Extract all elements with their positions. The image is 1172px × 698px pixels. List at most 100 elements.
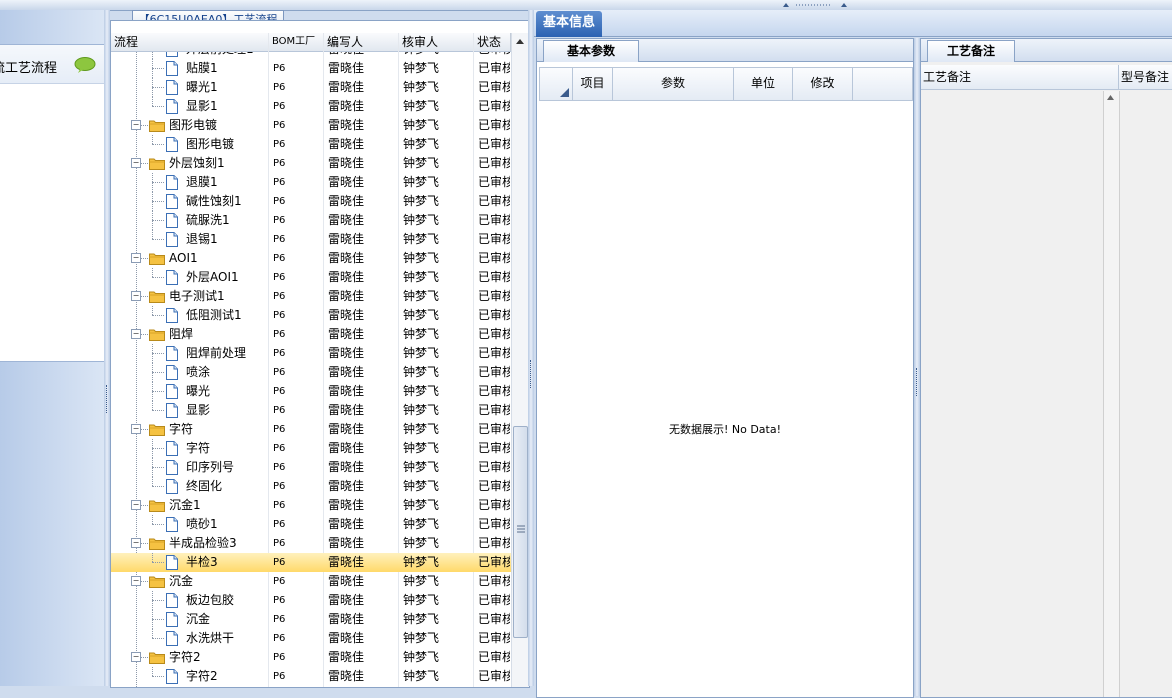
scroll-up-icon[interactable] xyxy=(1106,94,1115,101)
tree-connector xyxy=(152,87,164,88)
col-status[interactable]: 状态 xyxy=(474,33,511,51)
tab-process-notes[interactable]: 工艺备注 xyxy=(927,40,1015,62)
process-nav-header[interactable]: 流工艺流程 xyxy=(0,45,104,84)
tree-node-step[interactable]: 曝光1 P6 雷晓佳 钟梦飞 已审核 xyxy=(111,78,511,97)
col-model-notes[interactable]: 型号备注 xyxy=(1119,65,1172,89)
tree-node-label: 碱性蚀刻1 xyxy=(186,194,242,208)
tree-node-step[interactable]: 喷砂1 P6 雷晓佳 钟梦飞 已审核 xyxy=(111,515,511,534)
col-unit[interactable]: 单位 xyxy=(734,68,793,100)
tree-node-folder[interactable]: − 阻焊 P6 雷晓佳 钟梦飞 已审核 xyxy=(111,325,511,344)
tree-node-step[interactable]: 板边包胶 P6 雷晓佳 钟梦飞 已审核 xyxy=(111,591,511,610)
tree-node-step[interactable]: 半检3 P6 雷晓佳 钟梦飞 已审核 xyxy=(111,553,511,572)
tree-node-folder[interactable]: − 电子测试1 P6 雷晓佳 钟梦飞 已审核 xyxy=(111,287,511,306)
tree-node-step[interactable]: 字符2 P6 雷晓佳 钟梦飞 已审核 xyxy=(111,667,511,686)
scroll-up-icon[interactable] xyxy=(515,37,525,45)
tree-node-step[interactable]: 退膜1 P6 雷晓佳 钟梦飞 已审核 xyxy=(111,173,511,192)
tree-node-step[interactable]: 低阻测试1 P6 雷晓佳 钟梦飞 已审核 xyxy=(111,306,511,325)
factory-cell: P6 xyxy=(273,500,286,511)
tree-node-folder[interactable]: − 图形电镀 P6 雷晓佳 钟梦飞 已审核 xyxy=(111,116,511,135)
tree-node-step[interactable]: 印序列号 P6 雷晓佳 钟梦飞 已审核 xyxy=(111,458,511,477)
reviewer-cell: 钟梦飞 xyxy=(403,213,440,227)
status-cell: 已审核 xyxy=(478,384,510,398)
tree-node-step[interactable]: 终固化 P6 雷晓佳 钟梦飞 已审核 xyxy=(111,477,511,496)
tree-node-folder[interactable]: − AOI1 P6 雷晓佳 钟梦飞 已审核 xyxy=(111,249,511,268)
tree-rows: 外层前处理1P6雷晓佳钟梦飞已审核贴膜1P6雷晓佳钟梦飞已审核曝光1P6雷晓佳钟… xyxy=(111,52,511,687)
tree-node-step[interactable]: 曝光 P6 雷晓佳 钟梦飞 已审核 xyxy=(111,382,511,401)
tree-scroll-thumb[interactable] xyxy=(513,426,528,638)
factory-cell: P6 xyxy=(273,63,286,74)
tree-node-label: 沉金 xyxy=(169,574,194,588)
document-icon xyxy=(166,479,178,494)
collapse-toggle-icon[interactable]: − xyxy=(131,291,141,301)
document-icon xyxy=(166,232,178,247)
basic-params-panel: 基本参数 项目 参数 单位 修改 无数据展示! No Data! xyxy=(536,38,914,698)
tree-node-step[interactable]: 碱性蚀刻1 P6 雷晓佳 钟梦飞 已审核 xyxy=(111,192,511,211)
status-cell: 已审核 xyxy=(478,650,510,664)
writer-cell: 雷晓佳 xyxy=(328,52,398,59)
tree-node-step[interactable]: 沉金 P6 雷晓佳 钟梦飞 已审核 xyxy=(111,610,511,629)
collapse-toggle-icon[interactable]: − xyxy=(131,576,141,586)
tab-basic-params[interactable]: 基本参数 xyxy=(543,40,639,62)
document-icon xyxy=(166,61,178,76)
tree-node-step[interactable]: 显影 P6 雷晓佳 钟梦飞 已审核 xyxy=(111,401,511,420)
reviewer-cell: 钟梦飞 xyxy=(403,612,440,626)
collapse-toggle-icon[interactable]: − xyxy=(131,424,141,434)
writer-cell: 雷晓佳 xyxy=(328,118,365,132)
folder-icon xyxy=(149,291,165,303)
document-icon xyxy=(166,669,178,684)
tree-node-step[interactable]: 阻焊前处理 P6 雷晓佳 钟梦飞 已审核 xyxy=(111,344,511,363)
col-process-notes[interactable]: 工艺备注 xyxy=(921,65,1119,89)
collapse-toggle-icon[interactable]: − xyxy=(131,158,141,168)
col-writer[interactable]: 编写人 xyxy=(324,33,399,51)
status-cell: 已审核 xyxy=(478,479,510,493)
tree-node-label: 终固化 xyxy=(186,479,223,493)
folder-icon xyxy=(149,158,165,170)
reviewer-cell: 钟梦飞 xyxy=(403,327,440,341)
tree-node-folder[interactable]: − 字符 P6 雷晓佳 钟梦飞 已审核 xyxy=(111,420,511,439)
tree-node-step[interactable]: 图形电镀 P6 雷晓佳 钟梦飞 已审核 xyxy=(111,135,511,154)
tree-node-folder[interactable]: − 外层蚀刻1 P6 雷晓佳 钟梦飞 已审核 xyxy=(111,154,511,173)
col-process[interactable]: 流程 xyxy=(111,33,269,51)
factory-cell: P6 xyxy=(273,538,286,549)
col-item[interactable]: 项目 xyxy=(573,68,613,100)
collapse-toggle-icon[interactable]: − xyxy=(131,120,141,130)
collapse-toggle-icon[interactable]: − xyxy=(131,538,141,548)
reviewer-cell: 钟梦飞 xyxy=(403,384,440,398)
grid-corner[interactable] xyxy=(540,68,573,100)
tree-node-folder[interactable]: − 沉金 P6 雷晓佳 钟梦飞 已审核 xyxy=(111,572,511,591)
tree-node-step[interactable]: 退锡1 P6 雷晓佳 钟梦飞 已审核 xyxy=(111,230,511,249)
tree-node-step[interactable]: 字符 P6 雷晓佳 钟梦飞 已审核 xyxy=(111,439,511,458)
tree-node-folder[interactable]: − 字符2 P6 雷晓佳 钟梦飞 已审核 xyxy=(111,648,511,667)
reviewer-cell: 钟梦飞 xyxy=(403,156,440,170)
reviewer-cell: 钟梦飞 xyxy=(403,232,440,246)
tree-node-step[interactable]: 外层前处理1 P6 雷晓佳钟梦飞已审核 xyxy=(111,52,511,59)
status-cell: 已审核 xyxy=(478,536,510,550)
tree-node-label: 显影1 xyxy=(186,99,218,113)
factory-cell: P6 xyxy=(273,291,286,302)
collapse-toggle-icon[interactable]: − xyxy=(131,329,141,339)
collapse-toggle-icon[interactable]: − xyxy=(131,500,141,510)
tree-node-folder[interactable]: − 半成品检验3 P6 雷晓佳 钟梦飞 已审核 xyxy=(111,534,511,553)
tree-connector xyxy=(152,676,164,677)
reviewer-cell: 钟梦飞 xyxy=(403,403,440,417)
collapse-top-grip[interactable] xyxy=(780,2,850,8)
tree-node-step[interactable]: 贴膜1 P6 雷晓佳 钟梦飞 已审核 xyxy=(111,59,511,78)
tree-node-step[interactable]: 外层AOI1 P6 雷晓佳 钟梦飞 已审核 xyxy=(111,268,511,287)
tree-node-step[interactable]: 显影1 P6 雷晓佳 钟梦飞 已审核 xyxy=(111,97,511,116)
tree-node-step[interactable]: 水洗烘干 P6 雷晓佳 钟梦飞 已审核 xyxy=(111,629,511,648)
tree-node-label: 沉金 xyxy=(186,612,211,626)
tree-node-step[interactable]: 喷涂 P6 雷晓佳 钟梦飞 已审核 xyxy=(111,363,511,382)
tab-basic-info[interactable]: 基本信息 xyxy=(536,11,602,37)
col-reviewer[interactable]: 核审人 xyxy=(399,33,474,51)
collapse-toggle-icon[interactable]: − xyxy=(131,253,141,263)
tree-node-step[interactable]: 硫脲洗1 P6 雷晓佳 钟梦飞 已审核 xyxy=(111,211,511,230)
col-factory[interactable]: BOM工厂 xyxy=(269,33,324,51)
comment-bubble-icon[interactable] xyxy=(74,57,96,73)
document-icon xyxy=(166,175,178,190)
tree-node-folder[interactable]: − 沉金1 P6 雷晓佳 钟梦飞 已审核 xyxy=(111,496,511,515)
notes-scrollbar[interactable] xyxy=(1103,91,1120,697)
tree-node-label: 阻焊 xyxy=(169,327,194,341)
col-param[interactable]: 参数 xyxy=(613,68,734,100)
collapse-toggle-icon[interactable]: − xyxy=(131,652,141,662)
col-modify[interactable]: 修改 xyxy=(793,68,853,100)
